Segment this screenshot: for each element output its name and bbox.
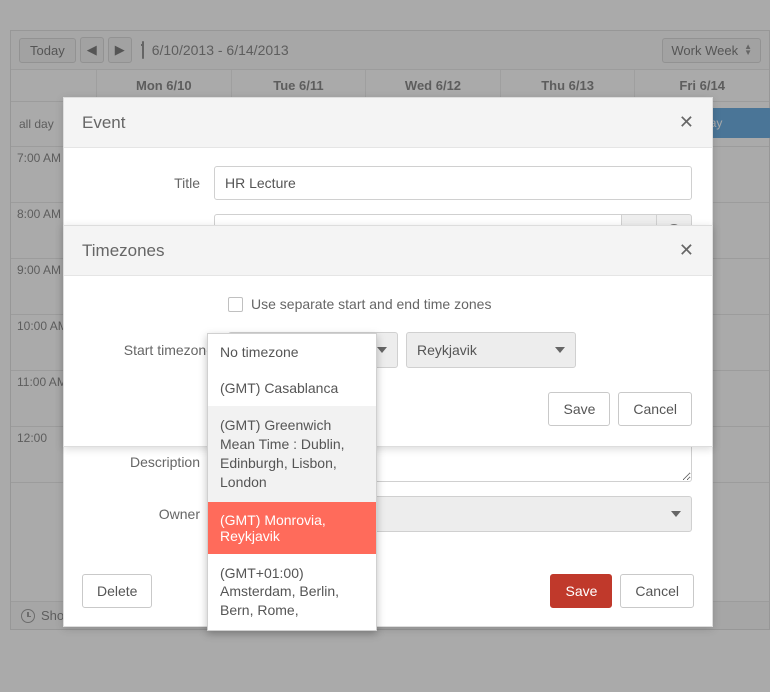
- separate-timezones-label: Use separate start and end time zones: [251, 296, 491, 312]
- separate-timezones-checkbox[interactable]: [228, 297, 243, 312]
- timezones-modal-title: Timezones: [82, 241, 165, 261]
- save-button[interactable]: Save: [550, 574, 612, 608]
- timezone-option[interactable]: No timezone: [208, 334, 376, 370]
- chevron-down-icon: [555, 347, 565, 353]
- chevron-down-icon: [671, 511, 681, 517]
- title-label: Title: [84, 175, 214, 191]
- timezone-city-value: Reykjavik: [417, 342, 477, 358]
- tz-save-button[interactable]: Save: [548, 392, 610, 426]
- close-icon[interactable]: ✕: [679, 112, 694, 133]
- delete-button[interactable]: Delete: [82, 574, 152, 608]
- description-label: Description: [84, 454, 214, 470]
- timezone-city-select[interactable]: Reykjavik: [406, 332, 576, 368]
- timezone-option-selected[interactable]: (GMT) Monrovia, Reykjavik: [208, 502, 376, 554]
- timezones-modal: Timezones ✕ Use separate start and end t…: [63, 225, 713, 447]
- timezone-dropdown-list: No timezone (GMT) Casablanca (GMT) Green…: [207, 333, 377, 631]
- timezone-option[interactable]: (GMT+01:00) Amsterdam, Berlin, Bern, Rom…: [208, 554, 376, 631]
- event-modal-header: Event ✕: [64, 98, 712, 148]
- title-input[interactable]: [214, 166, 692, 200]
- close-icon[interactable]: ✕: [679, 240, 694, 261]
- cancel-button[interactable]: Cancel: [620, 574, 694, 608]
- chevron-down-icon: [377, 347, 387, 353]
- tz-cancel-button[interactable]: Cancel: [618, 392, 692, 426]
- timezones-modal-header: Timezones ✕: [64, 226, 712, 276]
- event-modal-title: Event: [82, 113, 125, 133]
- timezone-option[interactable]: (GMT) Casablanca: [208, 370, 376, 406]
- timezone-option[interactable]: (GMT) Greenwich Mean Time : Dublin, Edin…: [208, 406, 376, 502]
- owner-label: Owner: [84, 506, 214, 522]
